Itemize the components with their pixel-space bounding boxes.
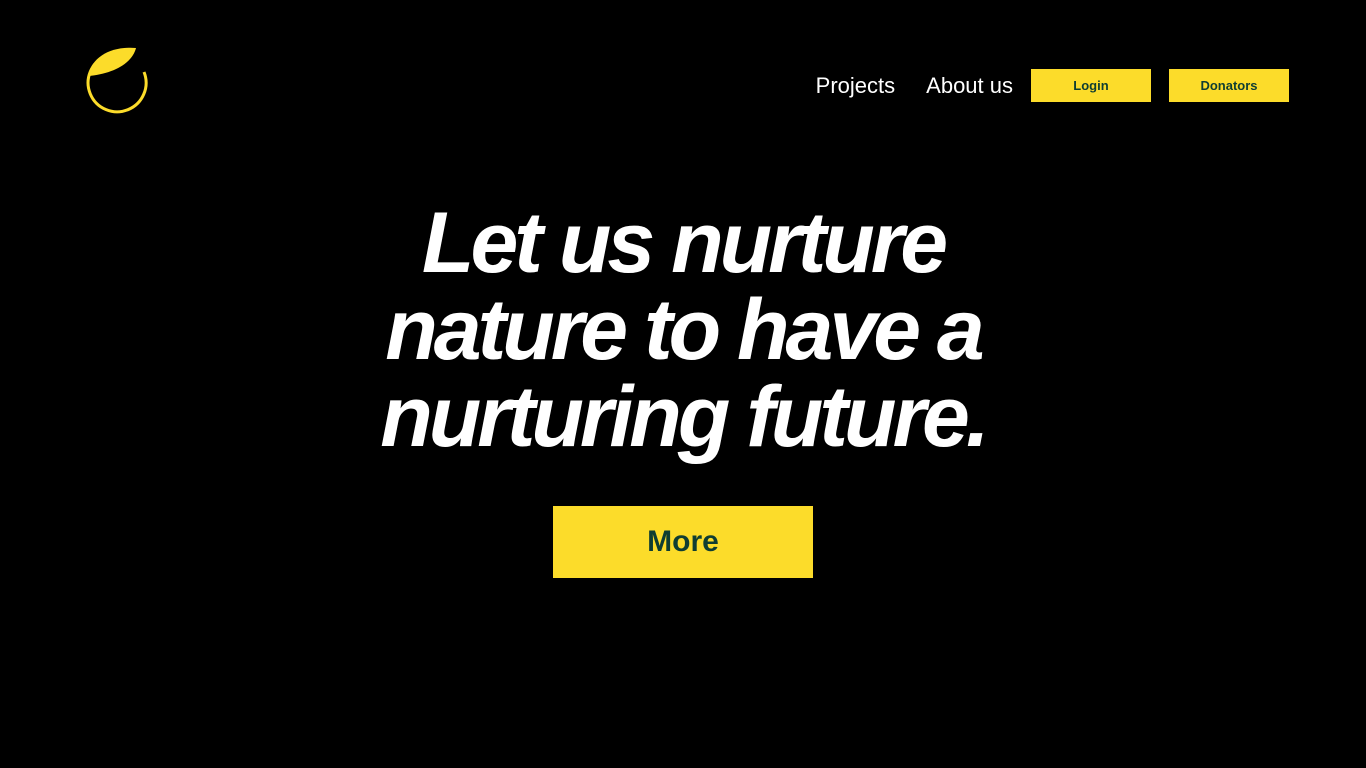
headline-line-1: Let us nurture [421, 195, 948, 291]
top-navigation: Projects About us Login Donators [816, 69, 1289, 102]
more-button[interactable]: More [553, 506, 813, 578]
donators-button[interactable]: Donators [1169, 69, 1289, 102]
landing-page: Projects About us Login Donators Let us … [0, 0, 1366, 768]
headline-line-2: nature to have a [385, 282, 985, 378]
hero-section: Let us nurture nature to have a nurturin… [0, 200, 1366, 461]
nav-link-projects[interactable]: Projects [816, 69, 895, 102]
headline-line-3: nurturing future. [380, 369, 990, 465]
nav-link-about-us[interactable]: About us [926, 69, 1013, 102]
hero-headline: Let us nurture nature to have a nurturin… [0, 200, 1366, 461]
login-button[interactable]: Login [1031, 69, 1151, 102]
leaf-circle-icon[interactable] [84, 44, 148, 114]
